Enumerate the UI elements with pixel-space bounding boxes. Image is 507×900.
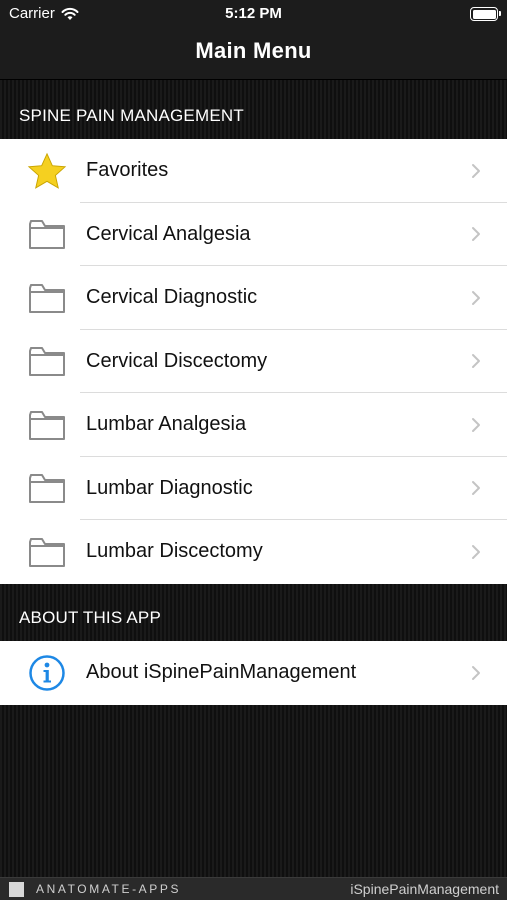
menu-row-lumbar-diagnostic[interactable]: Lumbar Diagnostic <box>0 457 507 520</box>
footer-bar: ANATOMATE-APPS iSpinePainManagement <box>0 877 507 900</box>
folder-icon <box>27 532 67 572</box>
menu-row-cervical-diagnostic[interactable]: Cervical Diagnostic <box>0 266 507 330</box>
chevron-right-icon <box>472 417 480 432</box>
section-header-spine: SPINE PAIN MANAGEMENT <box>19 106 244 125</box>
status-time: 5:12 PM <box>225 5 282 22</box>
menu-row-label: Cervical Analgesia <box>86 222 251 245</box>
page-title: Main Menu <box>195 38 312 63</box>
menu-row-label: Lumbar Diagnostic <box>86 476 253 499</box>
folder-icon <box>27 214 67 254</box>
menu-row-label: Favorites <box>86 159 169 182</box>
menu-row-label: Cervical Diagnostic <box>86 286 258 309</box>
battery-icon <box>470 7 501 21</box>
folder-icon <box>27 278 67 318</box>
folder-icon <box>27 341 67 381</box>
menu-row-lumbar-analgesia[interactable]: Lumbar Analgesia <box>0 393 507 457</box>
status-bar: Carrier 5:12 PM <box>0 0 507 28</box>
menu-row-favorites[interactable]: Favorites <box>0 139 507 203</box>
chevron-right-icon <box>472 665 480 680</box>
menu-group-spine: Favorites Cervical Analgesia Cervical Di… <box>0 139 507 584</box>
menu-row-cervical-analgesia[interactable]: Cervical Analgesia <box>0 203 507 266</box>
menu-group-about: About iSpinePainManagement <box>0 641 507 705</box>
menu-row-about-app[interactable]: About iSpinePainManagement <box>0 641 507 705</box>
section-header-about: ABOUT THIS APP <box>19 608 161 627</box>
menu-row-label: Lumbar Discectomy <box>86 540 263 563</box>
menu-row-cervical-discectomy[interactable]: Cervical Discectomy <box>0 330 507 393</box>
footer-brand: ANATOMATE-APPS <box>36 882 182 896</box>
chevron-right-icon <box>472 290 480 305</box>
chevron-right-icon <box>472 481 480 496</box>
menu-row-lumbar-discectomy[interactable]: Lumbar Discectomy <box>0 520 507 584</box>
chevron-right-icon <box>472 227 480 242</box>
menu-row-label: Cervical Discectomy <box>86 349 268 372</box>
menu-row-label: About iSpinePainManagement <box>86 661 357 684</box>
chevron-right-icon <box>472 163 480 178</box>
info-icon <box>27 653 67 693</box>
footer-app-name: iSpinePainManagement <box>350 881 499 897</box>
star-icon <box>27 151 67 191</box>
chevron-right-icon <box>472 354 480 369</box>
folder-icon <box>27 468 67 508</box>
chevron-right-icon <box>472 544 480 559</box>
menu-row-label: Lumbar Analgesia <box>86 413 247 436</box>
folder-icon <box>27 405 67 445</box>
anatomate-logo-icon <box>9 882 24 897</box>
navigation-bar: Main Menu <box>0 28 507 80</box>
